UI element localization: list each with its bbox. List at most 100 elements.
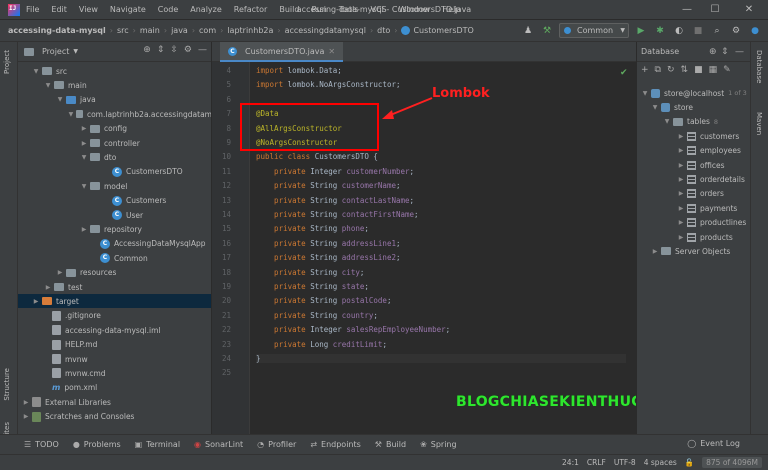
expand-arrow-icon[interactable]: ▶ — [22, 413, 30, 420]
locate-icon[interactable]: ⊕ — [143, 45, 151, 55]
database-tree-item[interactable]: ▼ store — [637, 100, 750, 114]
breadcrumb-item[interactable]: com — [199, 26, 216, 35]
expand-arrow-icon[interactable]: ▶ — [80, 226, 88, 233]
hide-panel-icon[interactable]: — — [198, 45, 207, 55]
maven-tool-tab[interactable]: Maven — [755, 112, 763, 135]
tree-item[interactable]: m pom.xml — [18, 381, 211, 395]
menu-item-navigate[interactable]: Navigate — [110, 5, 146, 14]
expand-arrow-icon[interactable]: ▶ — [32, 298, 40, 305]
tool-button-terminal[interactable]: ▣ Terminal — [135, 440, 180, 449]
tool-button-spring[interactable]: ❀ Spring — [420, 440, 457, 449]
expand-arrow-icon[interactable]: ▼ — [651, 104, 659, 111]
expand-arrow-icon[interactable]: ▶ — [677, 234, 685, 241]
expand-arrow-icon[interactable]: ▶ — [677, 219, 685, 226]
tree-item[interactable]: ▶ target — [18, 294, 211, 309]
tree-item[interactable]: ▶ Scratches and Consoles — [18, 410, 211, 424]
debug-icon[interactable]: ✱ — [653, 24, 667, 38]
tool-button-sonarlint[interactable]: ◉ SonarLint — [194, 440, 243, 449]
menu-item-code[interactable]: Code — [158, 5, 178, 14]
editor-tab-customersdto[interactable]: C CustomersDTO.java ✕ — [220, 42, 344, 62]
tree-item[interactable]: ▼ src — [18, 64, 211, 78]
database-tree-item[interactable]: ▶ offices — [637, 158, 750, 172]
menu-item-help[interactable]: Help — [442, 5, 460, 14]
settings-gear-icon[interactable]: ⊕ — [709, 47, 717, 57]
maximize-button[interactable]: ☐ — [706, 2, 724, 18]
expand-arrow-icon[interactable]: ▼ — [641, 90, 649, 97]
coverage-icon[interactable]: ◐ — [672, 24, 686, 38]
expand-arrow-icon[interactable]: ▶ — [651, 248, 659, 255]
close-button[interactable]: ✕ — [740, 2, 758, 18]
menu-item-build[interactable]: Build — [279, 5, 299, 14]
user-icon[interactable]: ♟ — [521, 24, 535, 38]
expand-arrow-icon[interactable]: ▼ — [68, 111, 74, 118]
tree-item[interactable]: ▶ resources — [18, 266, 211, 280]
database-tree-item[interactable]: ▼ store@localhost 1 of 3 — [637, 86, 750, 100]
database-tree-item[interactable]: ▶ orderdetails — [637, 172, 750, 186]
menu-item-refactor[interactable]: Refactor — [234, 5, 268, 14]
project-view-select[interactable]: Project — [42, 47, 69, 56]
close-tab-icon[interactable]: ✕ — [328, 47, 335, 56]
expand-arrow-icon[interactable]: ▶ — [677, 133, 685, 140]
indent-setting[interactable]: 4 spaces — [644, 458, 677, 467]
tree-item[interactable]: ▼ dto — [18, 150, 211, 164]
menu-item-view[interactable]: View — [79, 5, 98, 14]
tree-item[interactable]: C User — [18, 208, 211, 222]
copy-icon[interactable]: ⧉ — [655, 65, 661, 75]
expand-arrow-icon[interactable]: ▶ — [677, 205, 685, 212]
expand-arrow-icon[interactable]: ▼ — [80, 154, 88, 161]
tool-button-profiler[interactable]: ◔ Profiler — [257, 440, 296, 449]
plugin-icon[interactable]: ● — [748, 24, 762, 38]
tree-item[interactable]: C AccessingDataMysqlApp — [18, 237, 211, 251]
sync-icon[interactable]: ⇅ — [681, 65, 689, 75]
table-icon[interactable]: ▦ — [709, 65, 718, 75]
tree-item[interactable]: ▼ model — [18, 179, 211, 193]
tool-button-build[interactable]: ⚒ Build — [375, 440, 406, 449]
breadcrumb-item[interactable]: accessingdatamysql — [285, 26, 366, 35]
menu-item-analyze[interactable]: Analyze — [190, 5, 222, 14]
settings-gear-icon[interactable]: ⚙ — [729, 24, 743, 38]
structure-tool-tab[interactable]: Structure — [3, 368, 11, 401]
edit-icon[interactable]: ✎ — [723, 65, 731, 75]
hide-panel-icon[interactable]: — — [735, 47, 744, 57]
breadcrumb-item[interactable]: src — [117, 26, 129, 35]
tree-item[interactable]: mvnw.cmd — [18, 366, 211, 380]
expand-arrow-icon[interactable]: ▶ — [56, 269, 64, 276]
tree-item[interactable]: ▼ main — [18, 78, 211, 92]
project-tool-tab[interactable]: Project — [3, 50, 11, 74]
database-tree-item[interactable]: ▶ Server Objects — [637, 244, 750, 258]
chevron-down-icon[interactable]: ▼ — [73, 48, 78, 55]
tree-item[interactable]: HELP.md — [18, 338, 211, 352]
menu-item-window[interactable]: Window — [399, 5, 431, 14]
event-log-button[interactable]: ◯ Event Log — [687, 439, 740, 448]
database-tree-item[interactable]: ▶ payments — [637, 201, 750, 215]
build-hammer-icon[interactable]: ⚒ — [540, 24, 554, 38]
settings-gear-icon[interactable]: ⚙ — [184, 45, 192, 55]
expand-arrow-icon[interactable]: ▼ — [663, 118, 671, 125]
database-tool-tab[interactable]: Database — [755, 50, 763, 83]
lock-icon[interactable]: 🔓 — [685, 458, 694, 467]
menu-item-edit[interactable]: Edit — [51, 5, 67, 14]
breadcrumb-item[interactable]: java — [171, 26, 188, 35]
file-encoding[interactable]: UTF-8 — [614, 458, 636, 467]
tool-button-todo[interactable]: ☰ TODO — [24, 440, 59, 449]
editor-scrollbar[interactable] — [626, 62, 636, 434]
tree-item[interactable]: ▼ com.laptrinhb2a.accessingdatam — [18, 107, 211, 121]
expand-arrow-icon[interactable]: ▼ — [80, 183, 88, 190]
tree-item[interactable]: ▼ java — [18, 93, 211, 107]
breadcrumb-item[interactable]: CustomersDTO — [413, 26, 473, 35]
database-tree-item[interactable]: ▶ products — [637, 230, 750, 244]
run-icon[interactable]: ▶ — [634, 24, 648, 38]
tree-item[interactable]: C CustomersDTO — [18, 165, 211, 179]
tree-item[interactable]: C Common — [18, 251, 211, 265]
minimize-button[interactable]: — — [678, 2, 696, 18]
expand-arrow-icon[interactable]: ▼ — [32, 68, 40, 75]
expand-arrow-icon[interactable]: ▶ — [677, 147, 685, 154]
menu-item-vcs[interactable]: VCS — [371, 5, 387, 14]
expand-arrow-icon[interactable]: ▶ — [677, 190, 685, 197]
menu-item-run[interactable]: Run — [311, 5, 326, 14]
database-tree-item[interactable]: ▶ productlines — [637, 216, 750, 230]
breadcrumb-item[interactable]: laptrinhb2a — [227, 26, 273, 35]
breadcrumb-item[interactable]: main — [140, 26, 160, 35]
expand-arrow-icon[interactable]: ▼ — [56, 96, 64, 103]
breadcrumb-item[interactable]: dto — [377, 26, 390, 35]
